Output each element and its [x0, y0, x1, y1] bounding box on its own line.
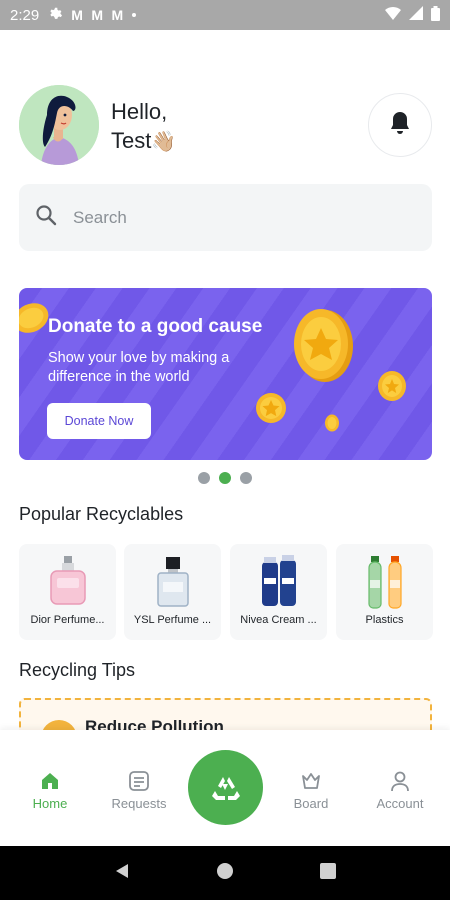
- recyclable-card[interactable]: Nivea Cream ...: [230, 544, 327, 640]
- gmail-icon: M: [71, 7, 83, 23]
- recyclable-label: YSL Perfume ...: [133, 614, 212, 626]
- donate-now-button[interactable]: Donate Now: [47, 403, 151, 439]
- recyclable-label: Plastics: [365, 614, 404, 626]
- nav-label: Requests: [111, 796, 167, 811]
- gmail-icon: M: [111, 7, 124, 23]
- search-icon: [35, 204, 57, 231]
- status-time: 2:29: [10, 6, 40, 24]
- waving-hand-icon: 👋🏼: [151, 131, 177, 153]
- recyclable-card[interactable]: YSL Perfume ...: [124, 544, 221, 640]
- carousel-dot-active[interactable]: [219, 472, 231, 484]
- popular-recyclables-title: Popular Recyclables: [19, 504, 184, 524]
- carousel-indicator: [198, 472, 252, 484]
- avatar[interactable]: [19, 85, 99, 165]
- battery-icon: [431, 5, 440, 25]
- settings-icon: [48, 6, 63, 24]
- recyclable-label: Nivea Cream ...: [240, 614, 317, 626]
- nav-label: Board: [293, 796, 329, 811]
- bell-icon: [389, 111, 411, 140]
- nav-home[interactable]: Home: [10, 770, 90, 811]
- nav-account[interactable]: Account: [360, 770, 440, 811]
- back-icon[interactable]: [113, 862, 131, 885]
- nav-label: Account: [376, 796, 424, 811]
- nav-board[interactable]: Board: [271, 770, 351, 811]
- cream-bottles-icon: [262, 555, 296, 606]
- gmail-icon: M: [91, 7, 103, 23]
- recyclable-card[interactable]: Dior Perfume...: [19, 544, 116, 640]
- greeting-hello: Hello,: [111, 99, 168, 124]
- plastic-bottles-icon: [368, 556, 402, 609]
- bottom-navigation: Home Requests Board Account: [0, 730, 450, 846]
- greeting: Hello, Test👋🏼: [111, 97, 176, 157]
- home-icon: [42, 773, 58, 789]
- carousel-dot[interactable]: [240, 472, 252, 484]
- donation-banner[interactable]: Donate to a good cause Show your love by…: [19, 288, 432, 460]
- recyclable-label: Dior Perfume...: [30, 614, 105, 626]
- search-input[interactable]: [73, 207, 373, 228]
- recents-icon[interactable]: [319, 862, 337, 885]
- carousel-dot[interactable]: [198, 472, 210, 484]
- wifi-icon: [385, 6, 401, 24]
- signal-icon: [409, 6, 423, 24]
- recycle-icon: [211, 776, 240, 800]
- nav-requests[interactable]: Requests: [99, 770, 179, 811]
- requests-icon: [129, 771, 149, 791]
- recyclable-card[interactable]: Plastics: [336, 544, 433, 640]
- account-icon: [391, 771, 409, 792]
- perfume-bottle-icon: [50, 556, 86, 605]
- status-bar: 2:29 M M M: [0, 0, 450, 30]
- coin-icon: [19, 300, 51, 341]
- perfume-bottle-icon: [157, 557, 189, 607]
- coin-icon: [291, 306, 357, 391]
- search-bar[interactable]: [19, 184, 432, 251]
- coin-icon: [324, 414, 340, 437]
- system-navigation-bar: [0, 846, 450, 900]
- user-name: Test: [111, 128, 152, 153]
- home-circle-icon[interactable]: [216, 862, 234, 885]
- board-icon: [302, 773, 320, 789]
- recycle-fab-button[interactable]: [188, 750, 263, 825]
- coin-icon: [255, 392, 287, 429]
- notification-dot-icon: [131, 13, 136, 17]
- banner-text: Show your love by making a difference in…: [48, 350, 230, 385]
- recycling-tips-title: Recycling Tips: [19, 660, 136, 680]
- nav-label: Home: [32, 796, 68, 811]
- notifications-button[interactable]: [368, 93, 432, 157]
- coin-icon: [377, 370, 407, 407]
- banner-title: Donate to a good cause: [48, 316, 263, 337]
